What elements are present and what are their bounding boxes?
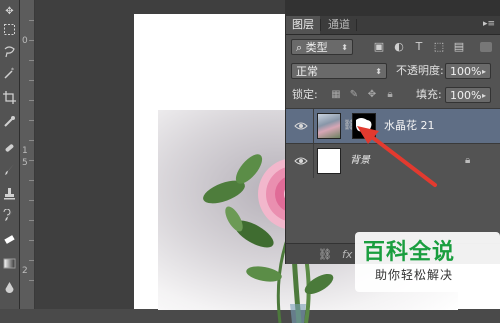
visibility-eye-icon[interactable]	[294, 155, 308, 167]
chevron-right-icon: ▸	[481, 91, 486, 100]
layer-name: 水晶花 21	[384, 119, 435, 132]
filter-toggle-icon[interactable]	[480, 42, 492, 52]
lock-label: 锁定:	[292, 88, 318, 101]
eyedropper-tool-icon[interactable]	[2, 114, 17, 129]
history-brush-tool-icon[interactable]	[2, 208, 17, 223]
layer-style-icon[interactable]: fx	[342, 248, 352, 261]
blend-mode-value: 正常	[296, 65, 318, 78]
move-tool-icon[interactable]: ✥	[2, 4, 17, 19]
layer-thumbnail	[317, 148, 341, 174]
chevron-down-icon: ⬍	[341, 43, 348, 52]
tab-layers[interactable]: 图层	[286, 16, 320, 34]
chevron-down-icon: ⬍	[375, 67, 382, 76]
opacity-value: 100%	[450, 65, 482, 78]
type-filter-icon[interactable]: T	[412, 40, 426, 54]
eraser-tool-icon[interactable]	[2, 232, 17, 247]
lock-row: 锁定: ▦ ✎ ✥ 🔒︎ 填充: 100% ▸	[286, 84, 500, 106]
filter-search-icon: ⌕	[296, 41, 306, 54]
ruler-mark: 5	[22, 158, 28, 168]
marquee-tool-icon[interactable]	[2, 22, 17, 37]
blur-tool-icon[interactable]	[2, 280, 17, 295]
lock-transparency-icon[interactable]: ▦	[330, 89, 342, 101]
fill-value: 100%	[450, 89, 482, 102]
blend-row: 正常 ⬍ 不透明度: 100% ▸	[286, 60, 500, 82]
gradient-tool-icon[interactable]	[2, 256, 17, 271]
panel-tabs: 图层 通道 ▸≡	[286, 16, 500, 35]
watermark-title: 百科全说	[363, 240, 456, 265]
layer-name: 背景	[350, 155, 370, 166]
ruler-mark: 1	[22, 146, 28, 156]
chevron-right-icon: ▸	[481, 67, 486, 76]
opacity-field[interactable]: 100% ▸	[445, 63, 491, 79]
smart-object-filter-icon[interactable]: ▤	[452, 40, 466, 54]
panel-menu-icon[interactable]: ▸≡	[483, 19, 495, 29]
watermark-badge: 百科全说 助你轻松解决	[355, 232, 500, 292]
fill-label: 填充:	[416, 88, 442, 101]
ruler-mark: 2	[22, 266, 28, 276]
watermark-subtitle: 助你轻松解决	[375, 268, 454, 282]
lock-icon: 🔒︎	[465, 155, 471, 166]
clone-stamp-tool-icon[interactable]	[2, 186, 17, 201]
layer-filter-dropdown[interactable]: ⌕ 类型 ⬍	[291, 39, 353, 55]
lock-position-icon[interactable]: ✥	[366, 89, 378, 101]
crop-tool-icon[interactable]	[2, 90, 17, 105]
brush-tool-icon[interactable]	[2, 162, 17, 177]
layer-row-crystal-flower[interactable]: ⛓ 水晶花 21	[286, 108, 500, 143]
layer-row-background[interactable]: 背景 🔒︎	[286, 143, 500, 178]
filter-kind-label: 类型	[305, 41, 328, 54]
svg-text:*: *	[11, 67, 14, 74]
opacity-label: 不透明度:	[396, 64, 444, 77]
adjustment-filter-icon[interactable]: ◐	[392, 40, 406, 54]
lock-pixels-icon[interactable]: ✎	[348, 89, 360, 101]
visibility-eye-icon[interactable]	[294, 120, 308, 132]
link-layers-icon[interactable]: ⛓	[318, 248, 332, 261]
layer-thumbnail	[317, 113, 341, 139]
magic-wand-tool-icon[interactable]: *	[2, 66, 17, 81]
layer-mask-thumbnail[interactable]	[352, 113, 376, 139]
layers-panel: 图层 通道 ▸≡ ⌕ 类型 ⬍ ▣ ◐ T ⬚ ▤ 正常 ⬍ 不透明度: 100…	[285, 16, 500, 264]
ruler-mark: 0	[22, 36, 28, 46]
tools-bar: ✥ *	[0, 0, 20, 309]
fill-field[interactable]: 100% ▸	[445, 87, 491, 103]
shape-filter-icon[interactable]: ⬚	[432, 40, 446, 54]
vertical-ruler: 0 1 5 2	[20, 0, 35, 309]
tab-channels[interactable]: 通道	[322, 16, 356, 34]
lock-all-icon[interactable]: 🔒︎	[384, 89, 396, 101]
blend-mode-dropdown[interactable]: 正常 ⬍	[291, 63, 387, 79]
pixel-filter-icon[interactable]: ▣	[372, 40, 386, 54]
filter-row: ⌕ 类型 ⬍ ▣ ◐ T ⬚ ▤	[286, 36, 500, 58]
healing-brush-tool-icon[interactable]	[2, 140, 17, 155]
lasso-tool-icon[interactable]	[2, 44, 17, 59]
panel-header-strip	[285, 0, 500, 16]
